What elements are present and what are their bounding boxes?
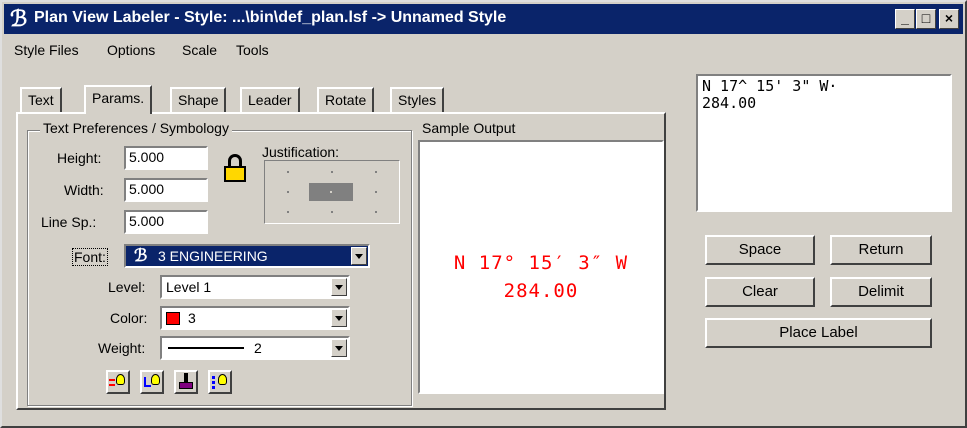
justification-center-selected[interactable] [309,183,353,201]
clear-button[interactable]: Clear [705,277,815,307]
menu-scale[interactable]: Scale [182,42,217,58]
weight-dropdown-arrow-icon[interactable] [331,339,347,357]
space-button[interactable]: Space [705,235,815,265]
paintbrush-button[interactable] [174,370,198,394]
font-value: 3 ENGINEERING [158,248,268,264]
color-dropdown-arrow-icon[interactable] [331,309,347,327]
sample-output-canvas: N 17° 15′ 3″ W 284.00 [418,140,664,394]
sample-line-2: 284.00 [503,280,579,302]
menu-style-files[interactable]: Style Files [14,42,79,58]
weight-label: Weight: [98,340,146,356]
window-title: Plan View Labeler - Style: ...\bin\def_p… [34,9,507,26]
select-bulb-button[interactable] [208,370,232,394]
label-text-line-2: 284.00 [702,94,757,112]
place-label-button[interactable]: Place Label [705,318,932,348]
menu-bar: Style Files Options Scale Tools [4,38,963,64]
tab-text[interactable]: Text [20,87,62,112]
label-text-line-1: N 17^ 15' 3" W· [702,77,838,95]
font-dropdown-arrow-icon[interactable] [351,247,367,265]
minimize-icon: _ [901,10,909,26]
font-label: Font: [72,248,108,266]
text-preferences-title: Text Preferences / Symbology [40,120,232,136]
menu-tools[interactable]: Tools [236,42,269,58]
level-bulb-button[interactable] [140,370,164,394]
match-text-button[interactable] [106,370,130,394]
tab-params[interactable]: Params. [84,85,153,114]
tab-styles[interactable]: Styles [390,87,445,112]
color-value: 3 [188,310,196,326]
maximize-icon: □ [921,10,931,26]
tab-shape[interactable]: Shape [170,87,227,112]
menu-options[interactable]: Options [107,42,155,58]
tab-rotate[interactable]: Rotate [317,87,375,112]
microstation-icon: ℬ [10,6,28,31]
color-swatch [166,312,180,325]
width-field[interactable]: 5.000 [124,178,208,202]
height-label: Height: [57,150,102,166]
level-select[interactable]: Level 1 [160,275,350,299]
line-spacing-field[interactable]: 5.000 [124,210,208,234]
weight-value: 2 [254,340,262,356]
lock-icon[interactable] [224,154,246,184]
weight-line-sample [168,347,244,349]
line-spacing-label: Line Sp.: [41,214,97,230]
plan-view-labeler-window: ℬ Plan View Labeler - Style: ...\bin\def… [0,0,967,428]
justification-grid[interactable] [264,160,400,224]
font-select[interactable]: ℬ 3 ENGINEERING [124,244,370,268]
minimize-button[interactable]: _ [895,9,915,29]
sample-line-1: N 17° 15′ 3″ W [453,252,629,274]
weight-select[interactable]: 2 [160,336,350,360]
color-label: Color: [110,310,148,326]
justification-label: Justification: [262,144,340,160]
font-type-icon: ℬ [134,246,148,265]
close-button[interactable]: × [939,9,959,29]
sample-output-label: Sample Output [422,120,516,136]
level-dropdown-arrow-icon[interactable] [331,278,347,296]
level-value: Level 1 [166,279,212,295]
title-bar[interactable]: ℬ Plan View Labeler - Style: ...\bin\def… [4,4,963,34]
params-tab-panel: Text Preferences / Symbology Height: 5.0… [16,112,666,410]
level-label: Level: [108,279,146,295]
close-icon: × [944,10,954,26]
label-text-box[interactable]: N 17^ 15' 3" W· 284.00 [696,74,952,212]
width-label: Width: [64,182,104,198]
tab-leader[interactable]: Leader [240,87,300,112]
return-button[interactable]: Return [830,235,932,265]
maximize-button[interactable]: □ [916,9,936,29]
height-field[interactable]: 5.000 [124,146,208,170]
color-select[interactable]: 3 [160,306,350,330]
delimit-button[interactable]: Delimit [830,277,932,307]
